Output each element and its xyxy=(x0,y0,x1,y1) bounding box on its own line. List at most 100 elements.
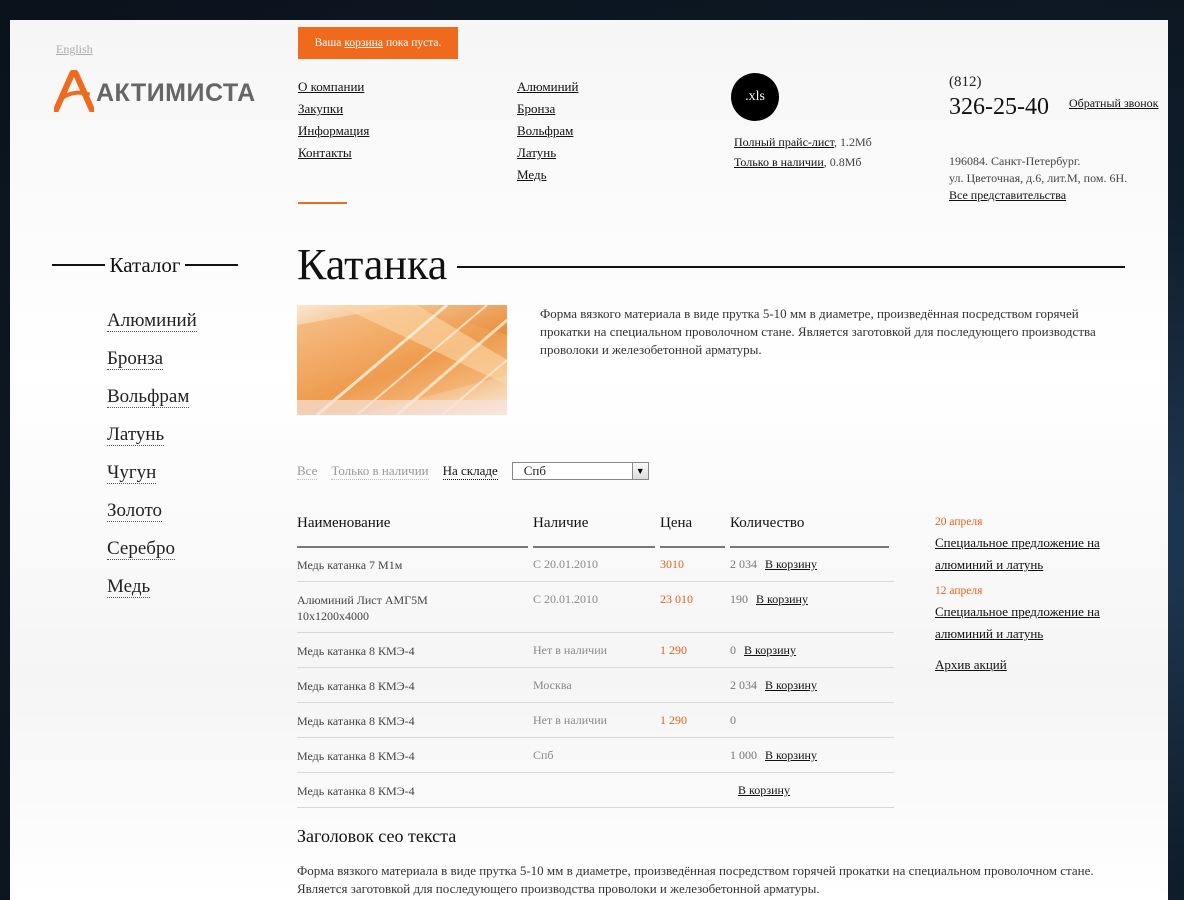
quantity-value: 2 034 xyxy=(730,557,757,571)
logo[interactable]: АКТИМИСТА xyxy=(53,69,256,113)
catalog-heading-line-right xyxy=(184,264,239,266)
city-select[interactable]: Спб ▼ xyxy=(511,462,649,480)
add-to-cart-link[interactable]: В корзину xyxy=(744,643,796,657)
table-row: Медь катанка 8 КМЭ-4 В корзину xyxy=(297,773,894,808)
table-header: Наименование Наличие Цена Количество xyxy=(297,512,889,548)
add-to-cart-link[interactable]: В корзину xyxy=(756,592,808,606)
cell-quantity: 1 000 В корзину xyxy=(730,748,817,763)
catalog-heading: Каталог xyxy=(52,250,239,280)
page-title-line xyxy=(457,266,1125,268)
column-header-quantity: Количество xyxy=(730,512,889,548)
callback-link[interactable]: Обратный звонок xyxy=(1069,96,1159,111)
main-nav: О компании Закупки Информация Контакты xyxy=(298,76,369,164)
column-header-name: Наименование xyxy=(297,512,528,548)
filter-all[interactable]: Все xyxy=(297,463,318,480)
table-row: Медь катанка 8 КМЭ-4 Нет в наличии 1 290 0 В… xyxy=(297,633,894,668)
language-link[interactable]: English xyxy=(56,42,93,57)
add-to-cart-link[interactable]: В корзину xyxy=(765,678,817,692)
catalog-item-silver[interactable]: Серебро xyxy=(107,530,197,568)
cart-text-suffix: пока пуста. xyxy=(385,37,442,49)
cart-banner: Ваша корзина пока пуста. xyxy=(298,27,458,59)
stock-filter: Все Только в наличии На складе Спб ▼ xyxy=(297,462,649,480)
product-image xyxy=(297,305,507,415)
catalog-item-cast-iron[interactable]: Чугун xyxy=(107,454,197,492)
logo-mark-icon xyxy=(53,69,95,113)
catalog-item-copper[interactable]: Медь xyxy=(107,568,197,606)
catalog-heading-line-left xyxy=(52,264,106,266)
address-line-2: ул. Цветочная, д.6, лит.М, пом. 6Н. xyxy=(949,171,1128,185)
product-description: Форма вязкого материала в виде прутка 5-… xyxy=(540,306,1096,357)
full-price-list-link[interactable]: Полный прайс-лист xyxy=(734,135,834,149)
xls-file-icon[interactable]: .xls xyxy=(731,73,779,121)
catalog-item-aluminium[interactable]: Алюминий xyxy=(107,302,197,340)
cell-availability: Нет в наличии xyxy=(533,643,608,657)
cell-quantity: 2 034 В корзину xyxy=(730,557,817,572)
material-nav: Алюминий Бронза Вольфрам Латунь Медь xyxy=(517,76,578,186)
quantity-value: 190 xyxy=(730,592,748,606)
table-row: Медь катанка 8 КМЭ-4 Нет в наличии 1 290 0 xyxy=(297,703,894,738)
catalog-list: Алюминий Бронза Вольфрам Латунь Чугун Зо… xyxy=(107,302,197,606)
quantity-value: 0 xyxy=(730,713,736,727)
seo-text: Форма вязкого материала в виде прутка 5-… xyxy=(297,863,1094,896)
add-to-cart-link[interactable]: В корзину xyxy=(765,557,817,571)
cell-name: Медь катанка 8 КМЭ-4 xyxy=(297,784,415,798)
filter-warehouse[interactable]: На складе xyxy=(442,463,498,480)
quantity-value: 0 xyxy=(730,643,736,657)
promo-date: 12 апреля xyxy=(935,585,983,597)
cell-name: Медь катанка 8 КМЭ-4 xyxy=(297,644,415,658)
nav-item-info[interactable]: Информация xyxy=(298,123,369,138)
address-line-1: 196084. Санкт-Петербург. xyxy=(949,154,1081,168)
seo-heading: Заголовок сео текста xyxy=(297,826,457,846)
full-price-size: , 1.2Мб xyxy=(833,135,872,149)
catalog-item-brass[interactable]: Латунь xyxy=(107,416,197,454)
table-row: Алюминий Лист АМГ5М 10х1200х4000 С 20.01.… xyxy=(297,582,894,633)
cell-availability: Спб xyxy=(533,748,554,762)
nav-item-bronze[interactable]: Бронза xyxy=(517,101,555,116)
cell-name: Медь катанка 8 КМЭ-4 xyxy=(297,679,415,693)
cell-price: 1 290 xyxy=(660,643,687,657)
column-header-availability: Наличие xyxy=(533,512,655,548)
cart-text-prefix: Ваша xyxy=(314,37,342,49)
nav-item-contacts[interactable]: Контакты xyxy=(298,145,352,160)
cart-link[interactable]: корзина xyxy=(344,37,383,49)
add-to-cart-link[interactable]: В корзину xyxy=(738,783,790,797)
promo-link[interactable]: Специальное предложение на алюминий и ла… xyxy=(935,532,1135,576)
cell-availability: С 20.01.2010 xyxy=(533,592,599,606)
nav-accent-line xyxy=(298,202,347,204)
table-row: Медь катанка 8 КМЭ-4 Спб 1 000 В корзину xyxy=(297,738,894,773)
promo-link[interactable]: Специальное предложение на алюминий и ла… xyxy=(935,601,1135,645)
add-to-cart-link[interactable]: В корзину xyxy=(765,748,817,762)
promo-archive-link[interactable]: Архив акций xyxy=(935,654,1135,676)
stock-price-list-link[interactable]: Только в наличии xyxy=(734,155,824,169)
nav-item-aluminium[interactable]: Алюминий xyxy=(517,79,578,94)
all-offices-link[interactable]: Все представительства xyxy=(949,188,1066,202)
cell-price: 1 290 xyxy=(660,713,687,727)
cell-price: 23 010 xyxy=(660,592,693,606)
nav-item-about[interactable]: О компании xyxy=(298,79,364,94)
nav-item-tungsten[interactable]: Вольфрам xyxy=(517,123,573,138)
catalog-item-tungsten[interactable]: Вольфрам xyxy=(107,378,197,416)
chevron-down-icon[interactable]: ▼ xyxy=(631,463,648,479)
cell-name: Алюминий Лист АМГ5М 10х1200х4000 xyxy=(297,593,428,623)
products-table: Медь катанка 7 М1м С 20.01.2010 3010 2 034 В… xyxy=(297,547,894,808)
city-select-value: Спб xyxy=(523,463,547,478)
quantity-value: 1 000 xyxy=(730,748,757,762)
nav-item-brass[interactable]: Латунь xyxy=(517,145,556,160)
cell-availability: С 20.01.2010 xyxy=(533,557,599,571)
promo-date: 20 апреля xyxy=(935,516,983,528)
catalog-item-bronze[interactable]: Бронза xyxy=(107,340,197,378)
nav-item-purchases[interactable]: Закупки xyxy=(298,101,343,116)
price-list-links: Полный прайс-лист, 1.2Мб Только в наличи… xyxy=(734,132,872,172)
cell-name: Медь катанка 8 КМЭ-4 xyxy=(297,749,415,763)
nav-item-copper[interactable]: Медь xyxy=(517,167,547,182)
cell-quantity: 190 В корзину xyxy=(730,592,808,607)
cell-name: Медь катанка 8 КМЭ-4 xyxy=(297,714,415,728)
xls-label: .xls xyxy=(745,89,765,104)
cell-quantity: 2 034 В корзину xyxy=(730,678,817,693)
cell-availability: Москва xyxy=(533,678,572,692)
page-title: Катанка xyxy=(297,239,448,289)
cell-price: 3010 xyxy=(660,557,684,571)
table-row: Медь катанка 8 КМЭ-4 Москва 2 034 В корзину xyxy=(297,668,894,703)
filter-in-stock[interactable]: Только в наличии xyxy=(331,463,429,480)
catalog-item-gold[interactable]: Золото xyxy=(107,492,197,530)
